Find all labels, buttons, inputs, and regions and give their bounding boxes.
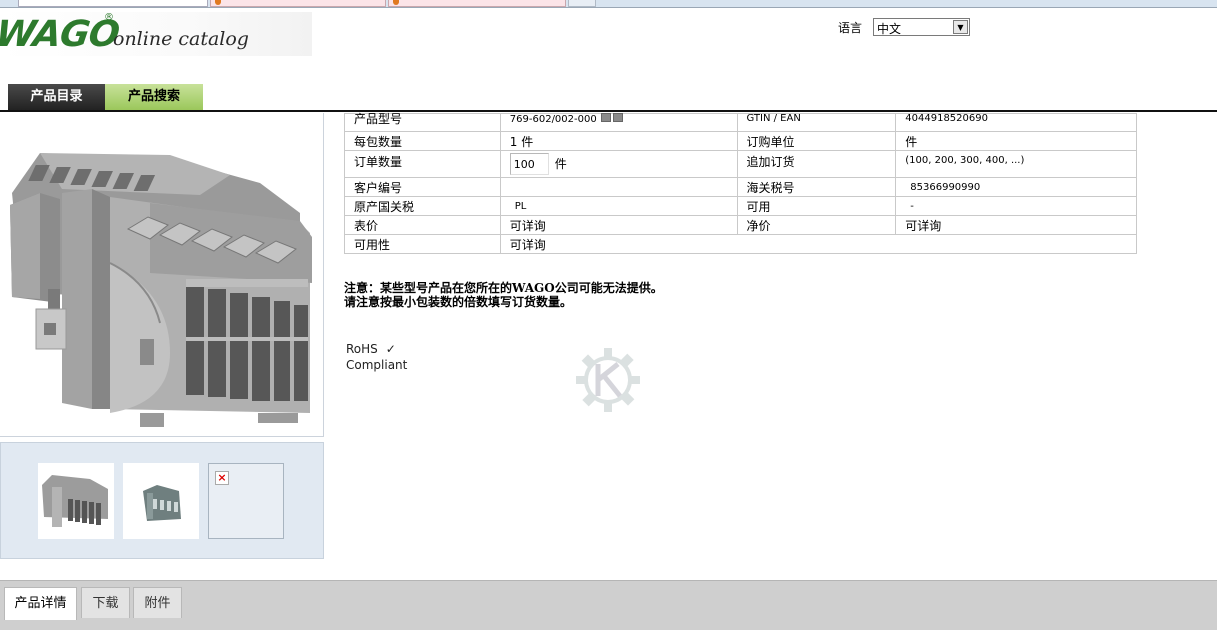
language-label: 语言 — [838, 21, 863, 35]
product-number: 769-602/002-000 — [509, 113, 597, 125]
barcode-icon[interactable] — [600, 112, 611, 122]
check-icon: ✓ — [385, 342, 396, 356]
browser-tab-strip — [0, 0, 1217, 8]
customer-number — [499, 177, 738, 197]
gear-watermark-icon — [576, 348, 640, 412]
thumbnail-image-1[interactable] — [38, 463, 114, 539]
registered-mark: ® — [104, 12, 114, 23]
rohs-label: RoHS — [346, 342, 378, 356]
field-label: 表价 — [344, 215, 501, 235]
logo-subtitle: online catalog — [113, 28, 249, 50]
field-label: 订购单位 — [736, 131, 897, 151]
field-label: GTIN / EAN — [746, 113, 801, 124]
gtin-value: 4044918520690 — [905, 113, 988, 124]
availability-value: - — [895, 196, 1137, 216]
list-price: 可详询 — [499, 215, 738, 235]
tab-accessories[interactable]: 附件 — [133, 587, 182, 618]
firefox-icon — [215, 0, 221, 5]
product-image-panel — [0, 113, 324, 437]
tab-downloads[interactable]: 下载 — [81, 587, 130, 618]
table-row: 订单数量 100 件 追加订货 (100, 200, 300, 400, ...) — [344, 150, 1137, 178]
field-label: 产品型号 — [354, 112, 403, 126]
field-label: 可用性 — [344, 234, 501, 254]
browser-tab[interactable] — [18, 0, 208, 7]
connector-thumbnail — [143, 485, 181, 521]
broken-image-icon: × — [215, 471, 229, 485]
notice-line: 请注意按最小包装数的倍数填写订货数量。 — [344, 295, 573, 309]
datamatrix-icon[interactable] — [612, 112, 623, 122]
field-label: 每包数量 — [344, 131, 501, 151]
rohs-status: Compliant — [346, 358, 408, 372]
browser-tab[interactable] — [210, 0, 386, 7]
chevron-down-icon[interactable]: ▼ — [953, 20, 968, 34]
field-label: 订单数量 — [344, 150, 501, 178]
product-details-table: 产品型号 769-602/002-000 GTIN / EAN 40449185… — [344, 112, 1138, 254]
availability-status: 可详询 — [499, 234, 1138, 254]
connector-thumbnail — [42, 475, 108, 527]
thumbnail-panel: × — [0, 442, 324, 559]
new-tab-button[interactable] — [568, 0, 596, 7]
quantity-unit: 件 — [554, 156, 567, 171]
wago-logo[interactable]: WAGO ® online catalog — [0, 12, 312, 56]
rohs-badge: RoHS ✓ Compliant — [346, 341, 407, 373]
tab-product-details[interactable]: 产品详情 — [4, 587, 77, 620]
table-row: 可用性 可详询 — [344, 234, 1138, 254]
firefox-icon — [393, 0, 399, 5]
thumbnail-image-2[interactable] — [123, 463, 199, 539]
table-row: 每包数量 1 件 订购单位 件 — [344, 131, 1137, 151]
field-label: 追加订货 — [736, 150, 897, 178]
order-quantity-input[interactable]: 100 — [509, 153, 549, 175]
field-label: 海关税号 — [736, 177, 897, 197]
pack-quantity: 1 件 — [499, 131, 738, 151]
net-price: 可详询 — [895, 215, 1137, 235]
order-unit: 件 — [895, 131, 1137, 151]
table-row: 产品型号 769-602/002-000 GTIN / EAN 40449185… — [344, 112, 1137, 132]
language-select[interactable]: 中文 ▼ — [873, 18, 970, 36]
customs-tariff-number: 85366990990 — [895, 177, 1137, 197]
reorder-steps: (100, 200, 300, 400, ...) — [895, 150, 1137, 178]
detail-tab-bar: 产品详情 下载 附件 — [0, 580, 1217, 630]
field-label: 客户编号 — [344, 177, 501, 197]
table-row: 表价 可详询 净价 可详询 — [344, 215, 1137, 235]
tab-product-search[interactable]: 产品搜索 — [105, 84, 203, 110]
table-row: 原产国关税 PL 可用 - — [344, 196, 1137, 216]
country-of-origin: PL — [499, 196, 738, 216]
browser-tab[interactable] — [388, 0, 566, 7]
notice-line: 注意：某些型号产品在您所在的WAGO公司可能无法提供。 — [344, 281, 663, 295]
tab-product-catalog[interactable]: 产品目录 — [8, 84, 105, 110]
order-notice: 注意：某些型号产品在您所在的WAGO公司可能无法提供。 请注意按最小包装数的倍数… — [344, 281, 663, 309]
language-value: 中文 — [877, 22, 902, 36]
table-row: 客户编号 海关税号 85366990990 — [344, 177, 1137, 197]
product-image[interactable] — [0, 113, 324, 437]
thumbnail-image-3[interactable]: × — [208, 463, 284, 539]
field-label: 可用 — [736, 196, 897, 216]
field-label: 净价 — [736, 215, 897, 235]
barcode-icons[interactable] — [600, 112, 625, 125]
field-label: 原产国关税 — [344, 196, 501, 216]
